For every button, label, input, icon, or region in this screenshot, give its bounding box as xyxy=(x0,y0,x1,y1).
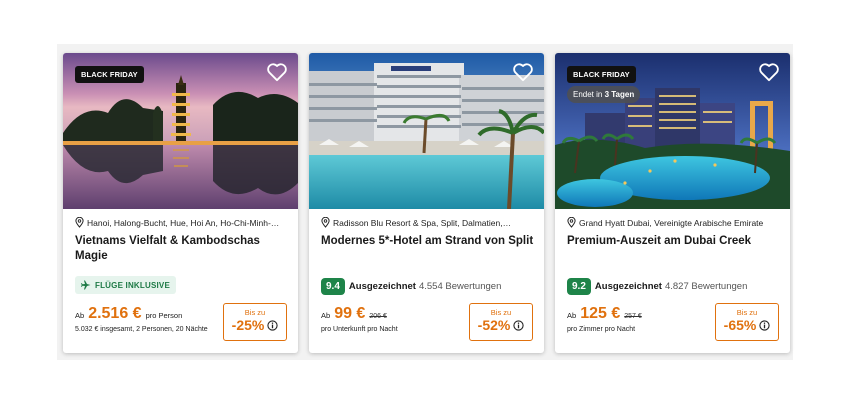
price-subtext: pro Zimmer pro Nacht xyxy=(567,326,636,333)
ends-value: 3 Tagen xyxy=(604,90,635,99)
rating-block: 9.4 Ausgezeichnet 4.554 Bewertungen xyxy=(321,278,501,295)
price-old: 257 € xyxy=(624,313,642,320)
heart-icon[interactable] xyxy=(512,62,534,82)
black-friday-badge: BLACK FRIDAY xyxy=(567,66,636,83)
flights-included-badge: FLÜGE INKLUSIVE xyxy=(75,276,177,294)
price-prefix: Ab xyxy=(75,311,85,320)
ends-in-badge: Endet in 3 Tagen xyxy=(567,86,641,103)
discount-prefix: Bis zu xyxy=(490,308,512,317)
plane-icon xyxy=(81,280,91,290)
location-pin-icon xyxy=(75,217,84,228)
deal-location: Hanoi, Halong-Bucht, Hue, Hoi An, Ho-Chi… xyxy=(75,217,288,228)
deal-image-split[interactable] xyxy=(309,53,544,209)
deal-title[interactable]: Premium-Auszeit am Dubai Creek xyxy=(567,234,780,249)
location-text: Radisson Blu Resort & Spa, Split, Dalmat… xyxy=(333,217,512,228)
rating-count: 4.827 Bewertungen xyxy=(664,281,748,292)
deal-image-vietnam[interactable]: BLACK FRIDAY xyxy=(63,53,298,209)
price-old: 206 € xyxy=(369,313,387,320)
discount-box[interactable]: Bis zu -65% xyxy=(715,303,779,341)
location-text: Hanoi, Halong-Bucht, Hue, Hoi An, Ho-Chi… xyxy=(87,217,280,228)
price-prefix: Ab xyxy=(321,311,331,320)
discount-value: -65% xyxy=(723,317,757,333)
price-subtext: pro Unterkunft pro Nacht xyxy=(321,326,398,333)
discount-prefix: Bis zu xyxy=(736,308,758,317)
price-block: Ab 2.516 € pro Person 5.032 € insgesamt,… xyxy=(75,305,208,333)
rating-label: Ausgezeichnet xyxy=(594,281,662,292)
rating-score: 9.4 xyxy=(321,278,345,295)
price-amount: 2.516 € xyxy=(88,305,142,322)
flights-label: FLÜGE INKLUSIVE xyxy=(95,280,171,290)
black-friday-badge: BLACK FRIDAY xyxy=(75,66,144,83)
deal-body: Hanoi, Halong-Bucht, Hue, Hoi An, Ho-Chi… xyxy=(75,217,288,264)
price-amount: 99 € xyxy=(334,305,366,322)
price-block: Ab 99 € 206 € pro Unterkunft pro Nacht xyxy=(321,305,398,333)
location-pin-icon xyxy=(567,217,576,228)
info-icon[interactable] xyxy=(267,319,278,331)
discount-prefix: Bis zu xyxy=(244,308,266,317)
deal-title[interactable]: Vietnams Vielfalt & Kambodschas Magie xyxy=(75,234,288,264)
price-amount: 125 € xyxy=(580,305,621,322)
location-pin-icon xyxy=(321,217,330,228)
price-block: Ab 125 € 257 € pro Zimmer pro Nacht xyxy=(567,305,646,333)
price-subtext: 5.032 € insgesamt, 2 Personen, 20 Nächte xyxy=(75,326,208,333)
deal-card-vietnam[interactable]: BLACK FRIDAY Hanoi, Halong-Bucht, Hue, H… xyxy=(63,53,298,353)
deal-body: Radisson Blu Resort & Spa, Split, Dalmat… xyxy=(321,217,534,249)
heart-icon[interactable] xyxy=(758,62,780,82)
deal-card-split[interactable]: Radisson Blu Resort & Spa, Split, Dalmat… xyxy=(309,53,544,353)
deal-image-dubai[interactable]: BLACK FRIDAY Endet in 3 Tagen xyxy=(555,53,790,209)
price-prefix: Ab xyxy=(567,311,577,320)
deal-card-dubai[interactable]: BLACK FRIDAY Endet in 3 Tagen Grand Hyat… xyxy=(555,53,790,353)
discount-value: -52% xyxy=(477,317,511,333)
rating-count: 4.554 Bewertungen xyxy=(418,281,502,292)
heart-icon[interactable] xyxy=(266,62,288,82)
ends-prefix: Endet in xyxy=(573,90,603,99)
deal-body: Grand Hyatt Dubai, Vereinigte Arabische … xyxy=(567,217,780,249)
price-unit: pro Person xyxy=(145,311,183,320)
discount-value: -25% xyxy=(231,317,265,333)
rating-label: Ausgezeichnet xyxy=(348,281,416,292)
discount-box[interactable]: Bis zu -25% xyxy=(223,303,287,341)
info-icon[interactable] xyxy=(513,319,524,331)
info-icon[interactable] xyxy=(759,319,770,331)
discount-box[interactable]: Bis zu -52% xyxy=(469,303,533,341)
rating-block: 9.2 Ausgezeichnet 4.827 Bewertungen xyxy=(567,278,747,295)
deal-location: Grand Hyatt Dubai, Vereinigte Arabische … xyxy=(567,217,780,228)
deal-location: Radisson Blu Resort & Spa, Split, Dalmat… xyxy=(321,217,534,228)
rating-score: 9.2 xyxy=(567,278,591,295)
location-text: Grand Hyatt Dubai, Vereinigte Arabische … xyxy=(579,217,764,228)
deal-title[interactable]: Modernes 5*-Hotel am Strand von Split xyxy=(321,234,534,249)
